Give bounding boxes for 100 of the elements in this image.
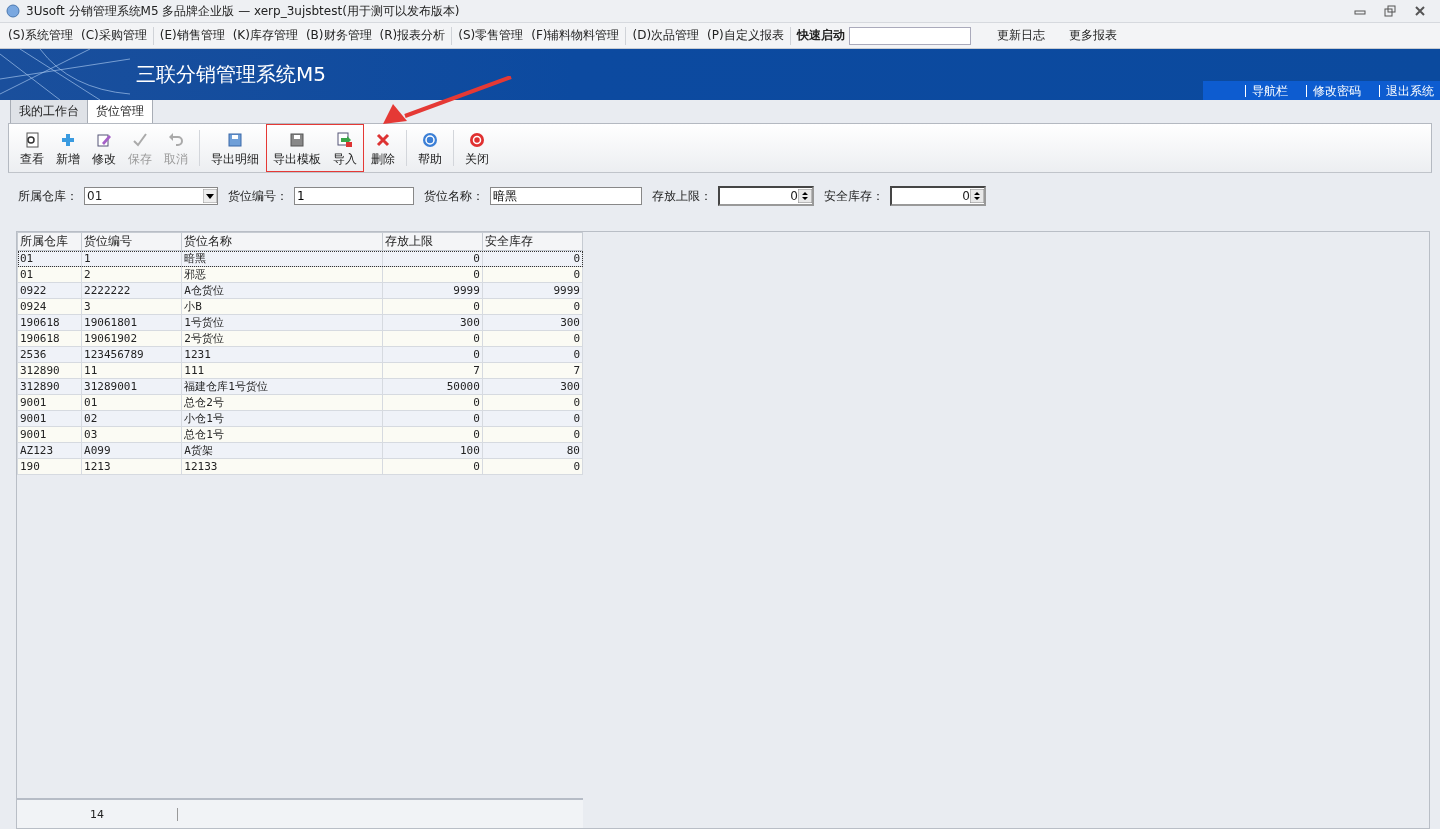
- banner-link[interactable]: 修改密码: [1306, 84, 1367, 97]
- table-cell: 19061902: [81, 330, 182, 347]
- table-cell: 0924: [17, 298, 82, 315]
- table-cell: 0: [482, 426, 583, 443]
- table-cell: 111: [181, 362, 383, 379]
- menu-item[interactable]: (C)采购管理: [77, 27, 151, 44]
- toolbar-button[interactable]: 导出模板: [267, 131, 327, 169]
- window-title: 3Usoft 分销管理系统M5 多品牌企业版 — xerp_3ujsbtest(用于测可以发布版本): [26, 2, 461, 20]
- menu-item[interactable]: (S)系统管理: [4, 27, 77, 44]
- field-label: 货位名称：: [424, 187, 484, 205]
- table-cell: 7: [482, 362, 583, 379]
- input-field[interactable]: 1: [294, 187, 414, 205]
- field-label: 安全库存：: [824, 187, 884, 205]
- toolbar-button[interactable]: 修改: [86, 131, 122, 169]
- column-header[interactable]: 货位编号: [81, 232, 182, 251]
- menu-link[interactable]: 更新日志: [984, 27, 1057, 44]
- table-cell: 190618: [17, 314, 82, 331]
- checkmark-icon: [132, 132, 148, 148]
- column-header[interactable]: 货位名称: [181, 232, 383, 251]
- table-cell: 0: [382, 330, 483, 347]
- spin-arrows-icon[interactable]: [970, 189, 984, 203]
- table-cell: 0: [382, 266, 483, 283]
- toolbar-button[interactable]: 导入: [327, 131, 363, 169]
- input-field[interactable]: 暗黑: [490, 187, 642, 205]
- banner-link[interactable]: 退出系统: [1379, 84, 1440, 97]
- undo-icon: [168, 132, 184, 148]
- globe-icon: [6, 4, 20, 18]
- table-cell: 123456789: [81, 346, 182, 363]
- table-cell: 1231: [181, 346, 383, 363]
- table-cell: 300: [482, 378, 583, 395]
- table-cell: 01: [17, 266, 82, 283]
- toolbar-button[interactable]: 新增: [50, 131, 86, 169]
- table-cell: 0: [382, 250, 483, 267]
- table-cell: 0: [482, 346, 583, 363]
- table-cell: 12133: [181, 458, 383, 475]
- table-cell: 9999: [482, 282, 583, 299]
- close-icon[interactable]: [1414, 5, 1426, 17]
- table-cell: 0: [382, 394, 483, 411]
- column-header[interactable]: 存放上限: [382, 232, 483, 251]
- table-cell: 0: [482, 458, 583, 475]
- field-label: 货位编号：: [228, 187, 288, 205]
- restore-icon[interactable]: [1384, 5, 1396, 17]
- banner-title: 三联分销管理系统M5: [136, 61, 326, 88]
- table-cell: 300: [482, 314, 583, 331]
- table-cell: 3: [81, 298, 182, 315]
- dropdown-arrow-icon[interactable]: [203, 189, 217, 203]
- toolbar-button[interactable]: 帮助: [412, 131, 448, 169]
- number-spinner[interactable]: 0: [718, 186, 814, 206]
- column-header[interactable]: 所属仓库: [17, 232, 82, 251]
- table-cell: A099: [81, 442, 182, 459]
- menu-item[interactable]: (P)自定义报表: [703, 27, 788, 44]
- field-label: 存放上限：: [652, 187, 712, 205]
- table-cell: 0: [482, 250, 583, 267]
- menu-item[interactable]: (R)报表分析: [375, 27, 450, 44]
- tab[interactable]: 我的工作台: [10, 99, 88, 123]
- menu-item[interactable]: (B)财务管理: [301, 27, 376, 44]
- number-spinner[interactable]: 0: [890, 186, 986, 206]
- menu-item[interactable]: (F)辅料物料管理: [527, 27, 624, 44]
- table-cell: 9001: [17, 426, 82, 443]
- table-cell: 总仓2号: [181, 394, 383, 411]
- toolbar-button[interactable]: 导出明细: [205, 131, 265, 169]
- toolbar-button[interactable]: 关闭: [459, 131, 495, 169]
- menu-item[interactable]: (E)销售管理: [155, 27, 229, 44]
- table-cell: 01: [81, 394, 182, 411]
- menu-item[interactable]: (K)库存管理: [228, 27, 302, 44]
- table-cell: 0: [482, 298, 583, 315]
- menu-link[interactable]: 更多报表: [1056, 27, 1129, 44]
- column-header[interactable]: 安全库存: [482, 232, 583, 251]
- table-cell: 0: [382, 426, 483, 443]
- table-cell: 1号货位: [181, 314, 383, 331]
- tab[interactable]: 货位管理: [87, 99, 153, 123]
- quick-launch-field[interactable]: [848, 26, 971, 45]
- toolbar-button[interactable]: 查看: [14, 131, 50, 169]
- plus-icon: [60, 132, 76, 148]
- table-cell: 0: [482, 266, 583, 283]
- table-cell: 0: [382, 346, 483, 363]
- table-cell: 9999: [382, 282, 483, 299]
- warehouse-dropdown[interactable]: 01: [84, 187, 218, 205]
- table-cell: AZ123: [17, 442, 82, 459]
- spin-arrows-icon[interactable]: [798, 189, 812, 203]
- pencil-page-icon: [96, 132, 112, 148]
- table-cell: 19061801: [81, 314, 182, 331]
- toolbar-button[interactable]: 删除: [365, 131, 401, 169]
- table-cell: 邪恶: [181, 266, 383, 283]
- row-count: 14: [17, 807, 178, 821]
- table-cell: 0: [482, 330, 583, 347]
- table-cell: 总仓1号: [181, 426, 383, 443]
- banner-link[interactable]: 导航栏: [1245, 84, 1294, 97]
- table-cell: 312890: [17, 378, 82, 395]
- menu-item[interactable]: (S)零售管理: [454, 27, 528, 44]
- table-cell: 1: [81, 250, 182, 267]
- table-cell: 0: [382, 458, 483, 475]
- table-cell: 2号货位: [181, 330, 383, 347]
- menu-item[interactable]: (D)次品管理: [628, 27, 704, 44]
- table-cell: 190: [17, 458, 82, 475]
- table-cell: 0: [382, 410, 483, 427]
- table-cell: A仓货位: [181, 282, 383, 299]
- table-cell: 100: [382, 442, 483, 459]
- table-cell: 80: [482, 442, 583, 459]
- table-cell: 福建仓库1号货位: [181, 378, 383, 395]
